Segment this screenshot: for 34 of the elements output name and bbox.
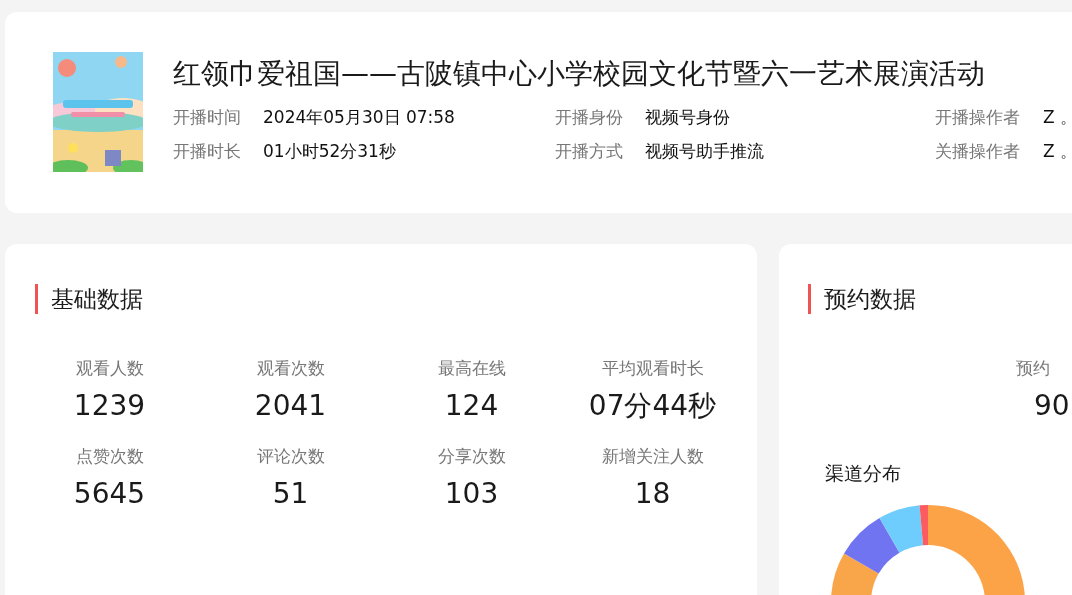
stat-value: 51 xyxy=(272,476,309,512)
info-label: 开播身份 xyxy=(555,107,624,127)
section-heading: 预约数据 xyxy=(808,284,1072,314)
info-value: 视频号身份 xyxy=(645,107,730,127)
stat-label: 评论次数 xyxy=(256,445,325,468)
stat-label: 预约 xyxy=(1016,357,1050,380)
info-label: 开播时间 xyxy=(173,107,242,127)
stat-value: 5645 xyxy=(73,476,146,512)
stat-label: 分享次数 xyxy=(437,445,506,468)
stat-label: 新增关注人数 xyxy=(601,445,704,468)
section-heading: 基础数据 xyxy=(35,284,757,314)
stat-value: 124 xyxy=(444,388,499,424)
stat-label: 观看次数 xyxy=(256,357,325,380)
stat-value: 90 xyxy=(1034,388,1070,424)
info-value: Z 。 xyxy=(1043,107,1072,127)
info-value: Z 。 xyxy=(1043,141,1072,161)
stat-label: 观看人数 xyxy=(75,357,144,380)
info-value: 2024年05月30日 07:58 xyxy=(263,107,455,127)
info-label: 开播操作者 xyxy=(935,107,1021,127)
stat-value: 1239 xyxy=(73,388,146,424)
stat-value: 07分44秒 xyxy=(588,388,717,424)
info-label: 关播操作者 xyxy=(935,141,1021,161)
stat-value: 2041 xyxy=(254,388,327,424)
info-label: 开播方式 xyxy=(555,141,624,161)
live-title: 红领巾爱祖国——古陂镇中心小学校园文化节暨六一艺术展演活动 xyxy=(173,56,986,92)
stat-label: 平均观看时长 xyxy=(601,357,704,380)
info-value: 视频号助手推流 xyxy=(645,141,764,161)
info-label: 开播时长 xyxy=(173,141,242,161)
stat-value: 103 xyxy=(444,476,499,512)
stat-value: 18 xyxy=(634,476,671,512)
info-value: 01小时52分31秒 xyxy=(263,141,396,161)
stat-label: 点赞次数 xyxy=(75,445,144,468)
chart-title: 渠道分布 xyxy=(825,461,902,486)
stat-label: 最高在线 xyxy=(437,357,506,380)
